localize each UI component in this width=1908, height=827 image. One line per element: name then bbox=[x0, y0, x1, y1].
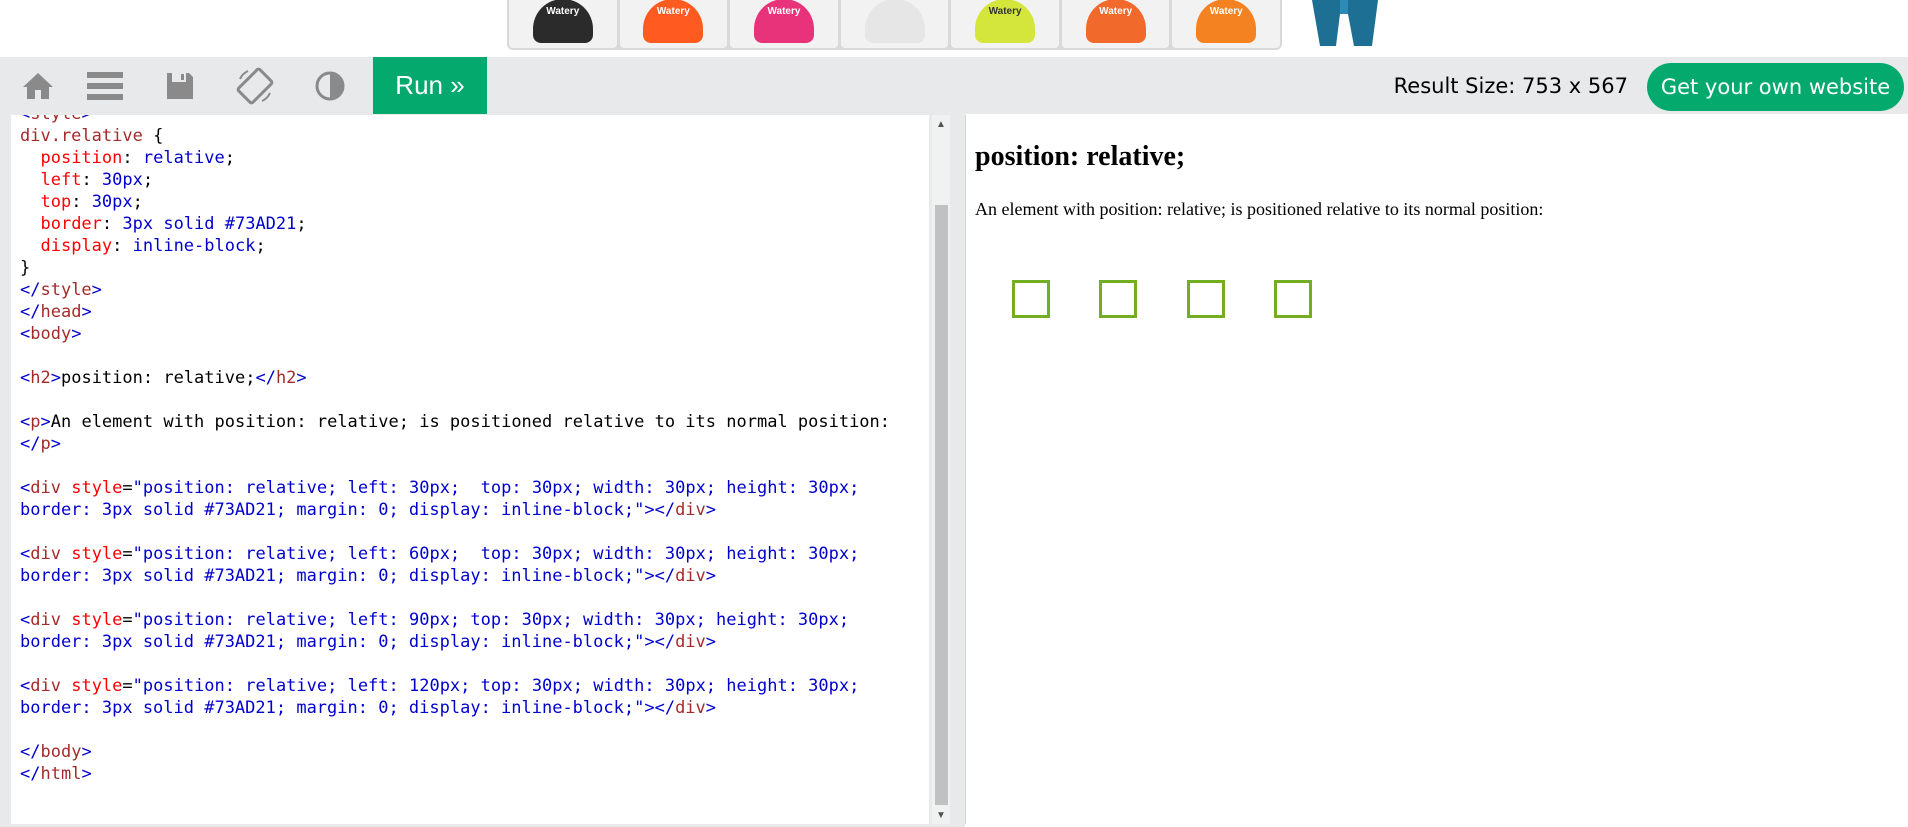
brand-logo: Watery bbox=[988, 6, 1022, 17]
ad-item-black-bag[interactable]: Watery bbox=[509, 0, 617, 48]
contrast-icon[interactable] bbox=[292, 57, 368, 114]
rotate-icon[interactable] bbox=[217, 57, 293, 114]
save-icon[interactable] bbox=[142, 57, 218, 114]
ad-item-orange-bag[interactable]: Watery bbox=[619, 0, 728, 48]
code-line: border: 3px solid #73AD21; bbox=[40, 214, 307, 234]
get-your-own-website-button[interactable]: Get your own website bbox=[1647, 63, 1904, 111]
code-editor[interactable]: <style>div.relative { position: relative… bbox=[11, 115, 929, 824]
code-line: <div style="position: relative; left: 12… bbox=[20, 676, 860, 696]
product-image bbox=[864, 0, 925, 43]
code-line: </p> bbox=[20, 434, 61, 454]
result-size-label: Result Size: bbox=[1393, 73, 1523, 98]
code-line: top: 30px; bbox=[40, 192, 143, 212]
code-line: <div style="position: relative; left: 30… bbox=[20, 478, 860, 498]
pane-divider[interactable] bbox=[952, 114, 965, 827]
relative-box bbox=[1187, 280, 1225, 318]
ad-product-strip[interactable]: Watery Watery Watery Watery Watery Watery bbox=[507, 0, 1282, 50]
scroll-thumb[interactable] bbox=[935, 205, 948, 805]
code-line: border: 3px solid #73AD21; margin: 0; di… bbox=[20, 500, 717, 520]
scroll-up-arrow-icon[interactable]: ▲ bbox=[932, 115, 950, 133]
code-line: left: 30px; bbox=[40, 170, 154, 190]
code-line: border: 3px solid #73AD21; margin: 0; di… bbox=[20, 566, 717, 586]
ad-wetsuit-image[interactable] bbox=[1300, 0, 1390, 46]
result-paragraph: An element with position: relative; is p… bbox=[975, 199, 1544, 219]
home-icon[interactable] bbox=[0, 57, 76, 114]
ad-item-orange-cap[interactable]: Watery bbox=[1172, 0, 1281, 48]
editor-scrollbar[interactable]: ▲ ▼ bbox=[932, 115, 950, 824]
ad-item-yellow-buoy[interactable]: Watery bbox=[951, 0, 1059, 48]
relative-box bbox=[1012, 280, 1050, 318]
relative-box bbox=[1274, 280, 1312, 318]
brand-logo: Watery bbox=[767, 6, 801, 17]
code-line: } bbox=[20, 258, 31, 278]
code-line: <div style="position: relative; left: 60… bbox=[20, 544, 860, 564]
code-line: </head> bbox=[20, 302, 92, 322]
brand-logo: Watery bbox=[546, 6, 580, 17]
code-line: </body> bbox=[20, 742, 92, 762]
ad-banner: Watery Watery Watery Watery Watery Watery bbox=[0, 0, 1908, 56]
code-lines: <style>div.relative { position: relative… bbox=[11, 115, 890, 785]
result-size-value: 753 x 567 bbox=[1522, 73, 1628, 98]
ad-item-orange-buoy[interactable]: Watery bbox=[1061, 0, 1170, 48]
brand-logo: Watery bbox=[1209, 6, 1243, 17]
code-line: </html> bbox=[20, 764, 92, 784]
ad-item-goggles[interactable] bbox=[840, 0, 949, 48]
scroll-down-arrow-icon[interactable]: ▼ bbox=[932, 806, 950, 824]
code-line: <h2>position: relative;</h2> bbox=[20, 368, 307, 388]
code-line: border: 3px solid #73AD21; margin: 0; di… bbox=[20, 698, 717, 718]
toolbar: Run » Result Size: 753 x 567 Get your ow… bbox=[0, 57, 1908, 114]
result-size: Result Size: 753 x 567 bbox=[1394, 57, 1628, 114]
menu-icon[interactable] bbox=[67, 57, 143, 114]
code-line: <style> bbox=[11, 115, 890, 125]
code-line: <body> bbox=[20, 324, 82, 344]
code-line: <div style="position: relative; left: 90… bbox=[20, 610, 850, 630]
code-line: position: relative; bbox=[40, 148, 235, 168]
run-button[interactable]: Run » bbox=[373, 57, 487, 114]
code-line: div.relative { bbox=[20, 126, 164, 146]
brand-logo: Watery bbox=[656, 6, 690, 17]
relative-box bbox=[1099, 280, 1137, 318]
result-pane: position: relative; An element with posi… bbox=[965, 115, 1906, 824]
code-line: </style> bbox=[20, 280, 102, 300]
code-line: border: 3px solid #73AD21; margin: 0; di… bbox=[20, 632, 717, 652]
code-line: display: inline-block; bbox=[40, 236, 266, 256]
code-line: <p>An element with position: relative; i… bbox=[20, 412, 891, 432]
ad-item-pink-buoy[interactable]: Watery bbox=[730, 0, 838, 48]
brand-logo: Watery bbox=[1099, 6, 1133, 17]
result-heading: position: relative; bbox=[975, 141, 1186, 172]
